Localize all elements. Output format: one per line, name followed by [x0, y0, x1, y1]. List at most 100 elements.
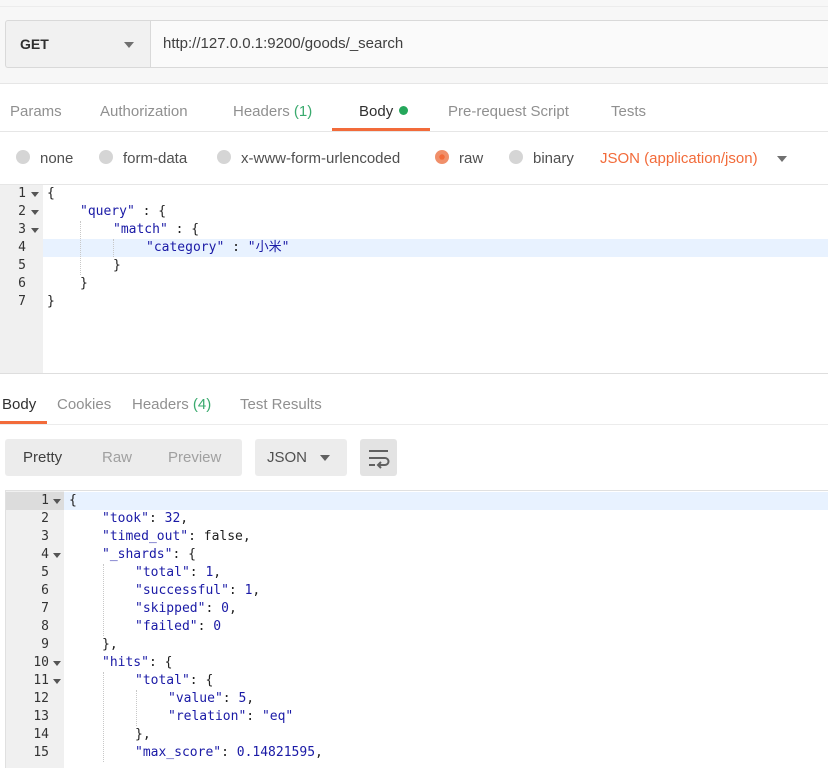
active-line-highlight [6, 492, 828, 510]
format-select[interactable]: JSON [255, 439, 347, 476]
line-number: 1 [18, 186, 26, 201]
line-number: 13 [33, 709, 49, 724]
code-line: "timed_out": false, [102, 529, 251, 544]
code-line: } [113, 258, 121, 273]
code-line: "total": { [135, 673, 214, 688]
line-number: 2 [18, 204, 26, 219]
code-line: }, [102, 637, 118, 652]
code-line: "skipped": 0, [135, 601, 237, 616]
resize-handle[interactable] [0, 373, 828, 374]
tab-prerequest-script[interactable]: Pre-request Script [448, 103, 569, 120]
code-line: "max_score": 0.14821595, [135, 745, 323, 760]
radio-binary-label: binary [533, 150, 574, 167]
request-body-editor[interactable]: 1 2 3 4 5 6 7 { "query" : { "match" : { … [0, 185, 828, 373]
fold-arrow-icon[interactable] [53, 679, 61, 684]
radio-raw[interactable]: raw [435, 150, 483, 167]
line-number: 10 [33, 655, 49, 670]
code-line: } [47, 294, 55, 309]
radio-circle-icon [217, 150, 231, 164]
line-number: 14 [33, 727, 49, 742]
indent-guide [136, 690, 138, 726]
preview-button[interactable]: Preview [168, 449, 221, 466]
response-body-viewer[interactable]: 1 2 3 4 5 6 7 8 9 10 11 12 13 14 15 { "t… [5, 490, 828, 768]
line-number: 11 [33, 673, 49, 688]
wrap-lines-icon [369, 450, 390, 469]
indent-guide [113, 239, 115, 257]
code-line: "category" : "小米" [146, 240, 290, 255]
response-tab-headers-count: (4) [192, 396, 212, 413]
tab-headers-label: Headers [233, 103, 290, 120]
tab-headers-count: (1) [293, 103, 313, 120]
response-tab-headers-label: Headers [132, 396, 189, 413]
line-number: 3 [41, 529, 49, 544]
divider [0, 424, 828, 425]
pretty-button[interactable]: Pretty [23, 449, 62, 466]
line-number: 5 [18, 258, 26, 273]
line-number: 6 [18, 276, 26, 291]
code-line: "match" : { [113, 222, 200, 237]
url-text: http://127.0.0.1:9200/goods/_search [163, 35, 404, 52]
code-line: "_shards": { [102, 547, 196, 562]
radio-circle-icon [16, 150, 30, 164]
view-mode-group: Pretty Raw Preview [5, 439, 242, 476]
url-input[interactable]: http://127.0.0.1:9200/goods/_search [150, 20, 828, 68]
chevron-down-icon [124, 42, 134, 48]
line-number: 3 [18, 222, 26, 237]
radio-form-data-label: form-data [123, 150, 188, 167]
fold-arrow-icon[interactable] [53, 661, 61, 666]
radio-circle-icon [509, 150, 523, 164]
tab-authorization[interactable]: Authorization [100, 103, 188, 120]
line-number: 9 [41, 637, 49, 652]
fold-arrow-icon[interactable] [31, 210, 39, 215]
divider [0, 131, 828, 132]
tab-body-label: Body [359, 103, 394, 120]
line-number: 6 [41, 583, 49, 598]
raw-button[interactable]: Raw [102, 449, 132, 466]
tab-body[interactable]: Body [359, 103, 409, 120]
radio-urlencoded[interactable]: x-www-form-urlencoded [217, 150, 400, 167]
radio-form-data[interactable]: form-data [99, 150, 187, 167]
fold-arrow-icon[interactable] [31, 228, 39, 233]
code-line: "query" : { [80, 204, 167, 219]
code-line: "took": 32, [102, 511, 189, 526]
line-number: 5 [41, 565, 49, 580]
modified-dot-icon [399, 106, 409, 115]
response-tab-cookies[interactable]: Cookies [57, 396, 111, 413]
code-line: "relation": "eq" [168, 709, 294, 724]
indent-guide [103, 672, 105, 762]
line-number: 7 [18, 294, 26, 309]
indent-guide [103, 564, 105, 636]
response-tab-body[interactable]: Body [2, 396, 36, 413]
code-line: } [80, 276, 88, 291]
tab-headers[interactable]: Headers (1) [233, 103, 312, 120]
line-number: 15 [33, 745, 49, 760]
indent-guide [80, 221, 82, 275]
chevron-down-icon[interactable] [777, 156, 787, 162]
response-tab-headers[interactable]: Headers (4) [132, 396, 211, 413]
fold-arrow-icon[interactable] [53, 553, 61, 558]
code-line: }, [135, 727, 151, 742]
radio-urlencoded-label: x-www-form-urlencoded [241, 150, 401, 167]
radio-selected-icon [435, 150, 449, 164]
wrap-lines-button[interactable] [360, 439, 397, 476]
line-number: 12 [33, 691, 49, 706]
method-select[interactable]: GET [5, 20, 150, 68]
radio-none-label: none [40, 150, 74, 167]
line-number: 8 [41, 619, 49, 634]
radio-binary[interactable]: binary [509, 150, 574, 167]
code-line: { [47, 186, 55, 201]
code-line: "total": 1, [135, 565, 222, 580]
line-number: 4 [41, 547, 49, 562]
chevron-down-icon [320, 455, 330, 461]
fold-arrow-icon[interactable] [53, 499, 61, 504]
line-number: 4 [18, 240, 26, 255]
tab-tests[interactable]: Tests [611, 103, 646, 120]
response-tab-test-results[interactable]: Test Results [240, 396, 322, 413]
tab-params[interactable]: Params [10, 103, 62, 120]
code-line: "successful": 1, [135, 583, 261, 598]
fold-arrow-icon[interactable] [31, 192, 39, 197]
radio-none[interactable]: none [16, 150, 73, 167]
method-label: GET [20, 36, 49, 52]
line-number: 2 [41, 511, 49, 526]
content-type-select[interactable]: JSON (application/json) [600, 150, 758, 167]
